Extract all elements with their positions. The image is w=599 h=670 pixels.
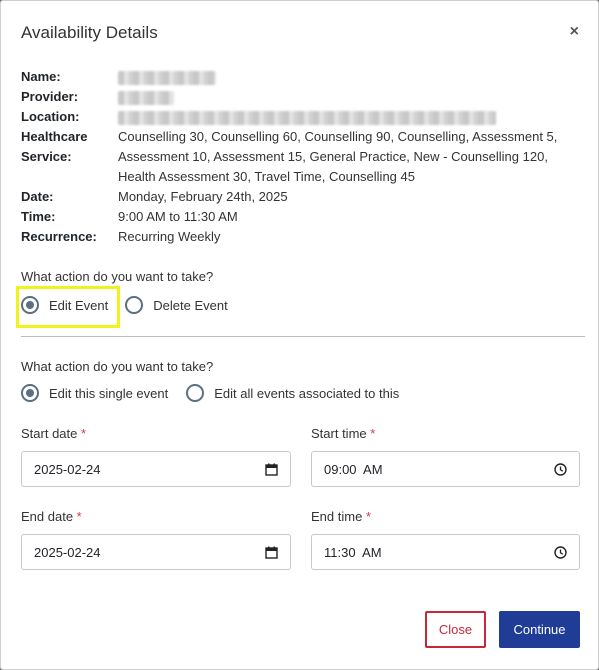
close-icon[interactable]: × (570, 23, 579, 41)
provider-row: Provider: (21, 87, 581, 107)
radio-checked-icon (21, 296, 39, 314)
section-divider (21, 336, 585, 337)
name-value-redacted (118, 67, 581, 87)
end-date-label: End date * (21, 509, 82, 524)
start-time-label-text: Start time (311, 426, 367, 441)
edit-single-event-radio[interactable]: Edit this single event (21, 384, 168, 402)
name-label: Name: (21, 69, 61, 84)
date-row: Date: Monday, February 24th, 2025 (21, 187, 581, 207)
location-label: Location: (21, 109, 80, 124)
action-radio-group-2: Edit this single event Edit all events a… (21, 384, 399, 402)
required-mark: * (76, 509, 82, 524)
end-time-input[interactable]: 11:30 AM (311, 534, 580, 570)
healthcare-label-line2: Service: (21, 149, 72, 164)
end-date-input[interactable]: 2025-02-24 (21, 534, 291, 570)
start-date-value: 2025-02-24 (34, 461, 101, 477)
edit-event-label: Edit Event (49, 297, 109, 313)
clock-icon[interactable] (554, 545, 567, 559)
edit-all-events-label: Edit all events associated to this (214, 385, 400, 401)
provider-label: Provider: (21, 89, 79, 104)
calendar-icon[interactable] (265, 463, 278, 476)
start-date-label-text: Start date (21, 426, 78, 441)
clock-icon[interactable] (554, 462, 567, 476)
healthcare-service-row: Healthcare Service: Counselling 30, Coun… (21, 127, 581, 187)
availability-details-modal: Availability Details × Name: Provider: L… (0, 0, 599, 670)
start-date-label: Start date * (21, 426, 86, 441)
time-row: Time: 9:00 AM to 11:30 AM (21, 207, 581, 227)
start-time-label: Start time * (311, 426, 375, 441)
continue-button[interactable]: Continue (499, 611, 580, 648)
healthcare-label-line1: Healthcare (21, 129, 88, 144)
healthcare-service-line: Assessment 10, Assessment 15, General Pr… (118, 149, 548, 164)
radio-checked-icon (21, 384, 39, 402)
end-date-label-text: End date (21, 509, 74, 524)
modal-title: Availability Details (21, 23, 158, 42)
location-value-redacted (118, 107, 581, 127)
end-time-label: End time * (311, 509, 371, 524)
edit-event-radio[interactable]: Edit Event (21, 296, 108, 314)
time-label: Time: (21, 209, 56, 224)
healthcare-service-value: Counselling 30, Counselling 60, Counsell… (118, 127, 581, 187)
recurrence-label: Recurrence: (21, 229, 97, 244)
edit-all-events-radio[interactable]: Edit all events associated to this (186, 384, 399, 402)
recurrence-value: Recurring Weekly (118, 229, 221, 244)
required-mark: * (365, 509, 371, 524)
details-section: Name: Provider: Location: Healthcare Ser… (21, 67, 581, 247)
action-question-1: What action do you want to take? (21, 269, 214, 284)
end-date-value: 2025-02-24 (34, 544, 101, 560)
start-date-input[interactable]: 2025-02-24 (21, 451, 291, 487)
calendar-icon[interactable] (265, 546, 278, 559)
start-time-value: 09:00 AM (324, 461, 383, 477)
healthcare-service-line: Health Assessment 30, Travel Time, Couns… (118, 169, 415, 184)
delete-event-label: Delete Event (153, 297, 228, 313)
action-radio-group-1: Edit Event Delete Event (21, 296, 228, 314)
radio-unchecked-icon (186, 384, 205, 402)
edit-single-event-label: Edit this single event (49, 385, 169, 401)
end-time-label-text: End time (311, 509, 363, 524)
date-value: Monday, February 24th, 2025 (118, 189, 288, 204)
close-button[interactable]: Close (425, 611, 486, 648)
time-value: 9:00 AM to 11:30 AM (118, 209, 238, 224)
healthcare-service-line: Counselling 30, Counselling 60, Counsell… (118, 129, 558, 144)
delete-event-radio[interactable]: Delete Event (125, 296, 228, 314)
end-time-value: 11:30 AM (324, 544, 382, 560)
date-label: Date: (21, 189, 54, 204)
action-question-2: What action do you want to take? (21, 359, 214, 374)
required-mark: * (370, 426, 376, 441)
location-row: Location: (21, 107, 581, 127)
healthcare-service-label: Healthcare Service: (21, 127, 118, 187)
recurrence-row: Recurrence: Recurring Weekly (21, 227, 581, 247)
provider-value-redacted (118, 87, 581, 107)
start-time-input[interactable]: 09:00 AM (311, 451, 580, 487)
name-row: Name: (21, 67, 581, 87)
radio-unchecked-icon (125, 296, 144, 314)
required-mark: * (81, 426, 87, 441)
